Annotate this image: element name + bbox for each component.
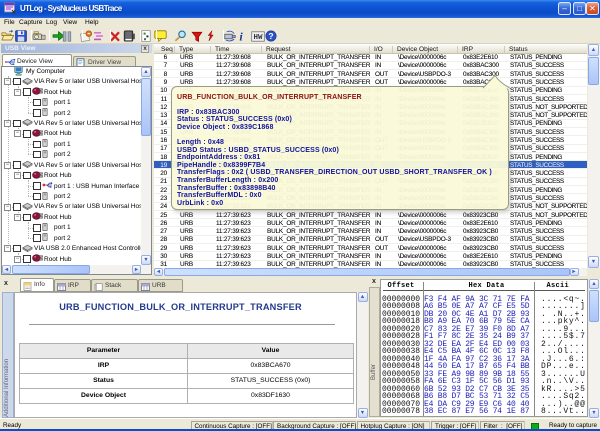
- svg-text:i: i: [239, 30, 243, 42]
- svg-text:?: ?: [268, 31, 273, 41]
- svg-text:HW: HW: [253, 34, 263, 42]
